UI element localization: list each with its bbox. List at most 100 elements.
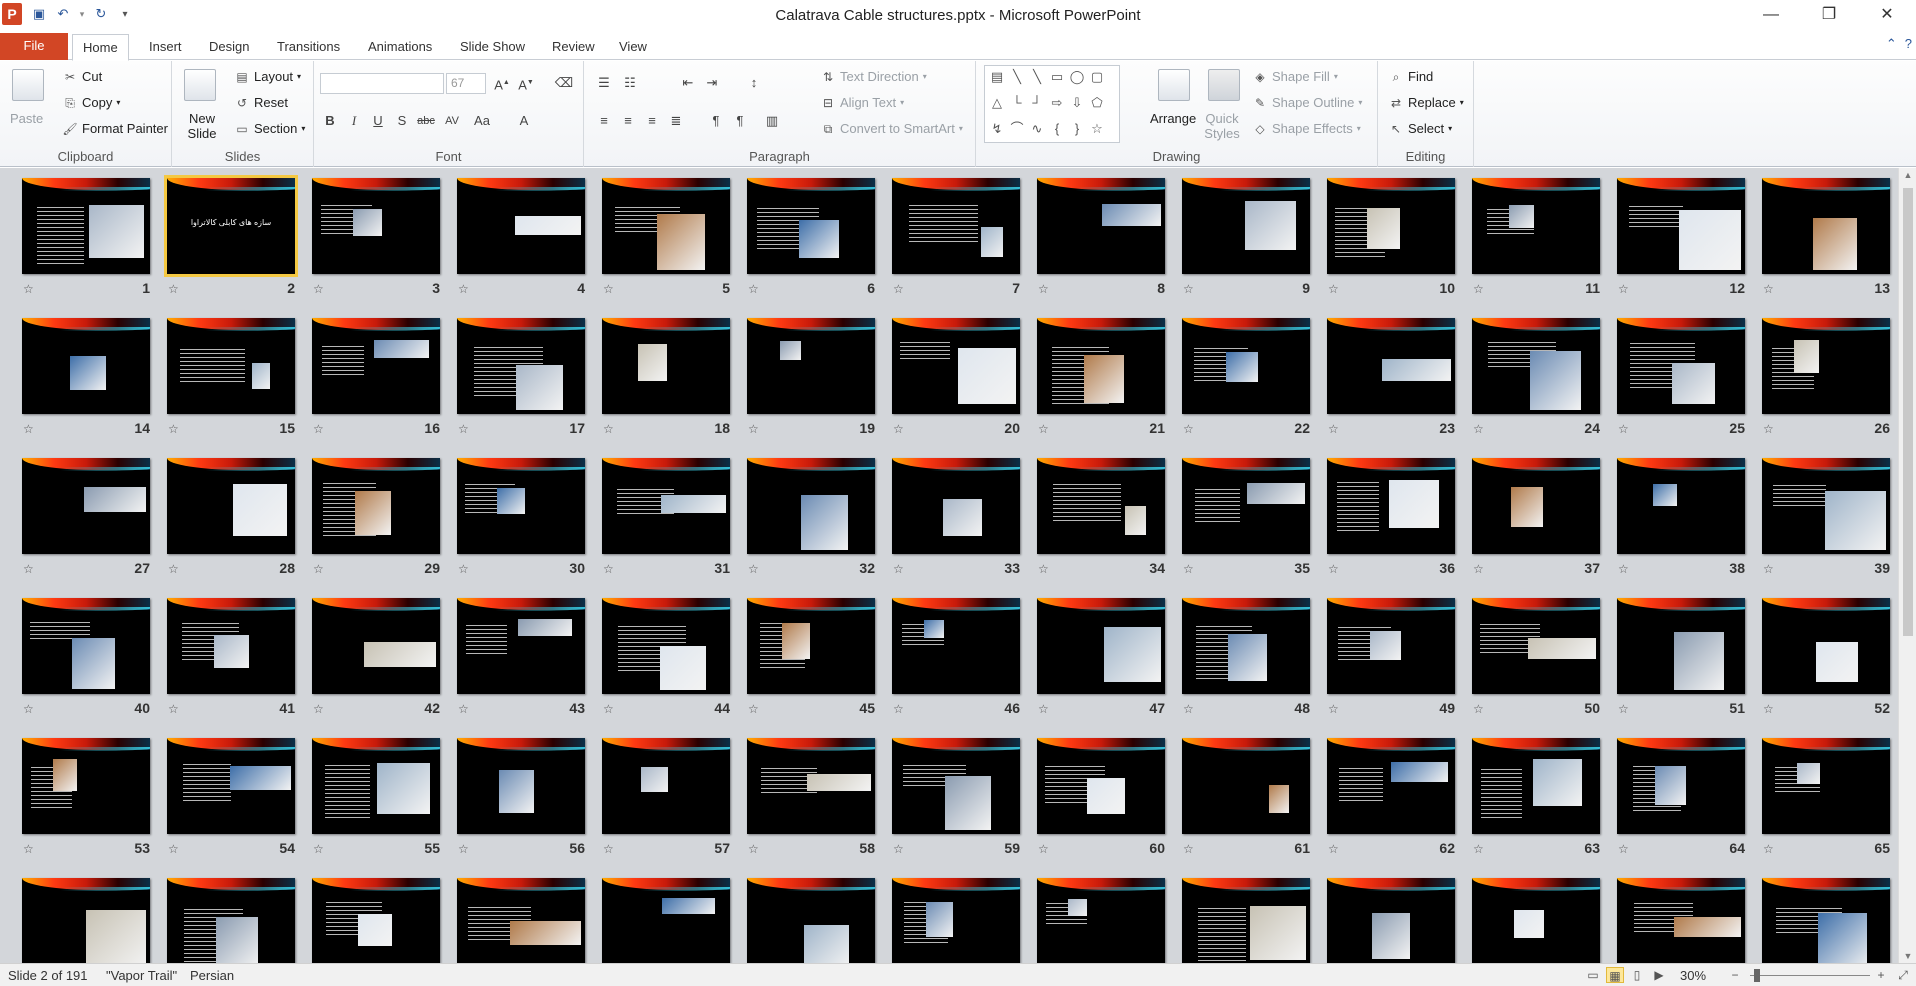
curve-shape-icon[interactable]: ∿ [1029, 122, 1045, 136]
minimize-button[interactable]: — [1742, 0, 1800, 30]
transition-star-icon[interactable]: ☆ [1763, 842, 1774, 856]
zoom-slider[interactable] [1750, 975, 1870, 976]
font-size-combo[interactable]: 67 [446, 73, 486, 94]
slide-thumbnail[interactable] [457, 738, 585, 834]
transition-star-icon[interactable]: ☆ [1328, 842, 1339, 856]
rectangle-shape-icon[interactable]: ▭ [1049, 70, 1065, 84]
ltr-direction-icon[interactable]: ¶ [706, 111, 726, 131]
slide-thumbnail[interactable] [1472, 738, 1600, 834]
slide-thumbnail[interactable] [1617, 878, 1745, 963]
arc-shape-icon[interactable]: ⌒ [1009, 122, 1025, 136]
slide-thumbnail[interactable] [602, 318, 730, 414]
language-indicator[interactable]: Persian [190, 968, 234, 983]
slide-thumbnail[interactable] [1182, 318, 1310, 414]
slide-show-view-icon[interactable]: ▶ [1650, 967, 1668, 983]
slide-thumbnail[interactable] [457, 178, 585, 274]
slide-thumbnail[interactable] [747, 458, 875, 554]
underline-icon[interactable]: U [368, 111, 388, 131]
slide-thumbnail[interactable] [1182, 598, 1310, 694]
shape-fill-button[interactable]: ◈ Shape Fill ▾ [1252, 69, 1337, 84]
slide-thumbnail[interactable] [1762, 458, 1890, 554]
italic-icon[interactable]: I [344, 111, 364, 131]
line-shape-icon[interactable]: ╲ [1009, 70, 1025, 84]
arrow-down-shape-icon[interactable]: ⇩ [1069, 96, 1085, 110]
slide-thumbnail[interactable] [1617, 178, 1745, 274]
find-button[interactable]: ⌕ Find [1388, 69, 1434, 84]
decrease-indent-icon[interactable]: ⇤ [678, 73, 698, 93]
transition-star-icon[interactable]: ☆ [23, 702, 34, 716]
transition-star-icon[interactable]: ☆ [1038, 702, 1049, 716]
new-slide-button[interactable]: New Slide [184, 111, 220, 141]
transition-star-icon[interactable]: ☆ [458, 422, 469, 436]
replace-button[interactable]: ⇄ Replace ▾ [1388, 95, 1464, 110]
select-button[interactable]: ↖ Select ▾ [1388, 121, 1452, 136]
tab-animations[interactable]: Animations [358, 34, 442, 61]
transition-star-icon[interactable]: ☆ [1183, 702, 1194, 716]
tab-design[interactable]: Design [199, 34, 259, 61]
transition-star-icon[interactable]: ☆ [168, 422, 179, 436]
slide-thumbnail[interactable] [1182, 738, 1310, 834]
tab-review[interactable]: Review [542, 34, 605, 61]
transition-star-icon[interactable]: ☆ [168, 282, 179, 296]
transition-star-icon[interactable]: ☆ [748, 422, 759, 436]
transition-star-icon[interactable]: ☆ [1473, 282, 1484, 296]
line-spacing-icon[interactable]: ↕ [744, 73, 764, 93]
slide-sorter[interactable]: 1 ☆ سازه های کابلی کالاتراوا 2 ☆ 3 ☆ 4 ☆ 5 ☆ 6 ☆ 7 ☆ 8 ☆… [0, 168, 1898, 963]
transition-star-icon[interactable]: ☆ [168, 842, 179, 856]
tab-file[interactable]: File [0, 33, 68, 60]
transition-star-icon[interactable]: ☆ [1328, 282, 1339, 296]
arrow-right-shape-icon[interactable]: ⇨ [1049, 96, 1065, 110]
transition-star-icon[interactable]: ☆ [603, 562, 614, 576]
slide-thumbnail[interactable] [892, 178, 1020, 274]
slide-thumbnail[interactable] [1617, 458, 1745, 554]
slide-thumbnail[interactable] [1182, 178, 1310, 274]
slide-thumbnail[interactable] [22, 878, 150, 963]
slide-thumbnail[interactable] [1327, 738, 1455, 834]
brace-shape-icon[interactable]: { [1049, 122, 1065, 136]
slide-sorter-view-icon[interactable]: ▦ [1606, 967, 1624, 983]
transition-star-icon[interactable]: ☆ [1328, 422, 1339, 436]
reset-button[interactable]: ↺ Reset [234, 95, 288, 110]
slide-thumbnail[interactable] [1037, 458, 1165, 554]
quick-styles-button[interactable]: Quick Styles [1202, 111, 1242, 141]
freeform-shape-icon[interactable]: ↯ [989, 122, 1005, 136]
tab-insert[interactable]: Insert [139, 34, 192, 61]
transition-star-icon[interactable]: ☆ [1473, 842, 1484, 856]
transition-star-icon[interactable]: ☆ [23, 282, 34, 296]
slide-thumbnail[interactable] [1327, 318, 1455, 414]
slide-thumbnail[interactable] [1762, 738, 1890, 834]
scrollbar-thumb[interactable] [1903, 188, 1913, 636]
slide-thumbnail[interactable] [22, 318, 150, 414]
transition-star-icon[interactable]: ☆ [748, 282, 759, 296]
shape-outline-button[interactable]: ✎ Shape Outline ▾ [1252, 95, 1362, 110]
transition-star-icon[interactable]: ☆ [1618, 422, 1629, 436]
transition-star-icon[interactable]: ☆ [1473, 422, 1484, 436]
transition-star-icon[interactable]: ☆ [1183, 422, 1194, 436]
shape-effects-button[interactable]: ◇ Shape Effects ▾ [1252, 121, 1360, 136]
help-icon[interactable]: ? [1905, 36, 1912, 52]
minimize-ribbon-icon[interactable]: ⌃ [1886, 36, 1897, 52]
quick-styles-icon[interactable] [1208, 69, 1240, 101]
oval-shape-icon[interactable]: ◯ [1069, 70, 1085, 84]
slide-thumbnail[interactable] [312, 318, 440, 414]
transition-star-icon[interactable]: ☆ [1183, 842, 1194, 856]
slide-thumbnail[interactable] [22, 738, 150, 834]
slide-thumbnail[interactable] [167, 878, 295, 963]
slide-thumbnail[interactable] [1327, 458, 1455, 554]
transition-star-icon[interactable]: ☆ [1618, 702, 1629, 716]
justify-icon[interactable]: ≣ [666, 111, 686, 131]
columns-icon[interactable]: ▥ [762, 111, 782, 131]
cut-button[interactable]: ✂ Cut [62, 69, 102, 84]
tab-slide-show[interactable]: Slide Show [450, 34, 535, 61]
slide-thumbnail[interactable] [1037, 318, 1165, 414]
transition-star-icon[interactable]: ☆ [1038, 562, 1049, 576]
transition-star-icon[interactable]: ☆ [893, 422, 904, 436]
slide-thumbnail[interactable] [1472, 878, 1600, 963]
slide-thumbnail[interactable] [1472, 458, 1600, 554]
slide-thumbnail[interactable] [892, 318, 1020, 414]
slide-thumbnail[interactable] [312, 598, 440, 694]
theme-name[interactable]: "Vapor Trail" [106, 968, 177, 983]
arrange-button[interactable]: Arrange [1150, 111, 1196, 126]
slide-thumbnail[interactable] [1182, 878, 1310, 963]
slide-thumbnail[interactable] [312, 738, 440, 834]
